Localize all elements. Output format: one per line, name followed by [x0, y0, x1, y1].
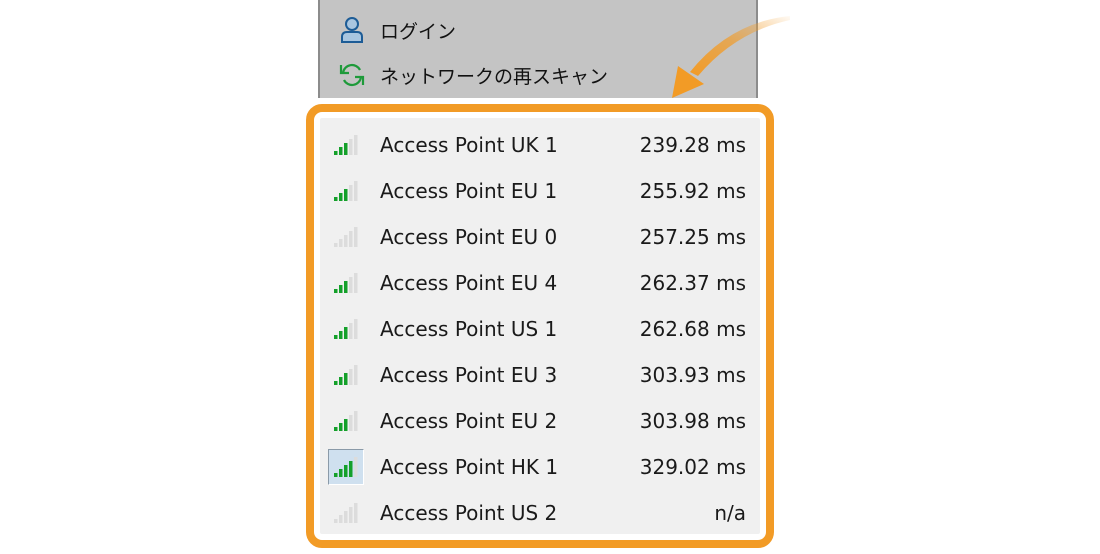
- signal-bar: [334, 289, 338, 293]
- signal-bar: [349, 139, 353, 155]
- signal-bar: [349, 415, 353, 431]
- signal-bar: [349, 231, 353, 247]
- access-point-ping: 262.37 ms: [639, 271, 746, 295]
- signal-bar: [349, 369, 353, 385]
- access-point-name: Access Point EU 1: [380, 179, 558, 203]
- signal-bar: [334, 519, 338, 523]
- signal-strength-icon: [328, 173, 364, 209]
- signal-bar: [354, 365, 358, 385]
- refresh-icon: [338, 61, 366, 89]
- signal-bar: [339, 239, 343, 247]
- signal-bar: [334, 427, 338, 431]
- signal-bar: [354, 457, 358, 477]
- access-point-name: Access Point UK 1: [380, 133, 558, 157]
- signal-bar: [354, 273, 358, 293]
- signal-bar: [339, 423, 343, 431]
- signal-bar: [334, 151, 338, 155]
- signal-bar: [349, 185, 353, 201]
- signal-bar: [344, 281, 348, 293]
- access-point-name: Access Point EU 0: [380, 225, 558, 249]
- signal-bar: [339, 285, 343, 293]
- access-point-row[interactable]: Access Point US 1 262.68 ms: [320, 306, 760, 352]
- access-point-ping: 303.93 ms: [639, 363, 746, 387]
- signal-bar: [344, 327, 348, 339]
- signal-strength-icon: [328, 311, 364, 347]
- access-point-list: Access Point UK 1 239.28 ms Access Point E…: [320, 118, 760, 534]
- signal-bar: [349, 277, 353, 293]
- access-point-name: Access Point EU 4: [380, 271, 558, 295]
- signal-strength-icon: [328, 449, 364, 485]
- access-point-name: Access Point US 2: [380, 501, 558, 525]
- access-point-row[interactable]: Access Point EU 1 255.92 ms: [320, 168, 760, 214]
- menu-item-label: ログイン: [380, 20, 457, 43]
- signal-bar: [339, 469, 343, 477]
- access-point-row[interactable]: Access Point UK 1 239.28 ms: [320, 122, 760, 168]
- access-point-ping: 329.02 ms: [639, 455, 746, 479]
- signal-bar: [344, 511, 348, 523]
- signal-bar: [339, 377, 343, 385]
- signal-strength-icon: [328, 265, 364, 301]
- menu-item-rescan-network[interactable]: ネットワークの再スキャン: [338, 57, 608, 93]
- signal-bar: [344, 419, 348, 431]
- access-point-ping: n/a: [714, 501, 746, 525]
- signal-bar: [334, 381, 338, 385]
- signal-bar: [339, 515, 343, 523]
- signal-bar: [344, 189, 348, 201]
- access-point-name: Access Point HK 1: [380, 455, 559, 479]
- signal-strength-icon: [328, 357, 364, 393]
- signal-strength-icon: [328, 127, 364, 163]
- access-point-row[interactable]: Access Point EU 4 262.37 ms: [320, 260, 760, 306]
- signal-bar: [339, 147, 343, 155]
- access-point-name: Access Point US 1: [380, 317, 558, 341]
- signal-bar: [344, 235, 348, 247]
- access-point-ping: 262.68 ms: [639, 317, 746, 341]
- access-point-row[interactable]: Access Point US 2 n/a: [320, 490, 760, 536]
- callout-arrow-icon: [672, 16, 790, 98]
- signal-strength-icon: [328, 219, 364, 255]
- menu-item-label: ネットワークの再スキャン: [380, 65, 609, 88]
- signal-bar: [344, 373, 348, 385]
- signal-bar: [349, 461, 353, 477]
- access-point-ping: 255.92 ms: [639, 179, 746, 203]
- signal-bar: [354, 503, 358, 523]
- signal-strength-icon: [328, 403, 364, 439]
- access-point-name: Access Point EU 3: [380, 363, 558, 387]
- access-point-ping: 303.98 ms: [639, 409, 746, 433]
- signal-bar: [354, 411, 358, 431]
- signal-bar: [354, 227, 358, 247]
- signal-bar: [354, 319, 358, 339]
- signal-bar: [354, 135, 358, 155]
- signal-bar: [334, 335, 338, 339]
- access-point-highlight: Access Point UK 1 239.28 ms Access Point E…: [306, 104, 774, 548]
- signal-bar: [344, 143, 348, 155]
- access-point-row[interactable]: Access Point EU 0 257.25 ms: [320, 214, 760, 260]
- signal-bar: [334, 243, 338, 247]
- signal-strength-icon: [328, 495, 364, 531]
- menu-item-login[interactable]: ログイン: [338, 12, 456, 48]
- signal-bar: [354, 181, 358, 201]
- signal-bar: [344, 465, 348, 477]
- access-point-row[interactable]: Access Point EU 2 303.98 ms: [320, 398, 760, 444]
- signal-bar: [339, 331, 343, 339]
- user-icon: [338, 16, 366, 44]
- access-point-ping: 239.28 ms: [639, 133, 746, 157]
- access-point-ping: 257.25 ms: [639, 225, 746, 249]
- signal-bar: [334, 197, 338, 201]
- signal-bar: [339, 193, 343, 201]
- access-point-row[interactable]: Access Point HK 1 329.02 ms: [320, 444, 760, 490]
- access-point-name: Access Point EU 2: [380, 409, 558, 433]
- signal-bar: [349, 507, 353, 523]
- access-point-row[interactable]: Access Point EU 3 303.93 ms: [320, 352, 760, 398]
- signal-bar: [334, 473, 338, 477]
- signal-bar: [349, 323, 353, 339]
